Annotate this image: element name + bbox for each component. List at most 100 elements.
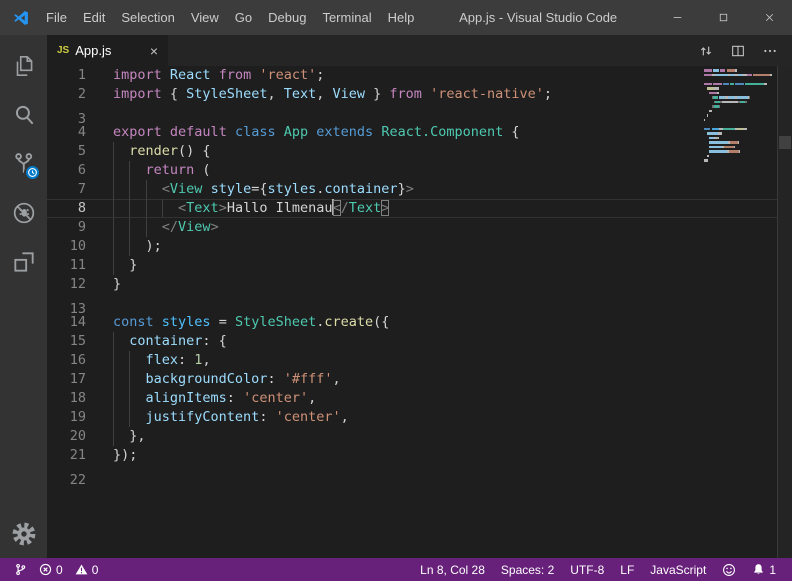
code-line-1[interactable]: 1import React from 'react'; [47,66,777,85]
menu-help[interactable]: Help [380,0,423,35]
token [113,181,162,197]
line-number[interactable]: 21 [47,446,86,465]
minimap-token [709,141,728,144]
status-problems-errors[interactable]: 0 [33,558,69,581]
menu-view[interactable]: View [183,0,227,35]
status-cursor-position[interactable]: Ln 8, Col 28 [412,558,493,581]
code-line-7[interactable]: 7 <View style={styles.container}> [47,180,777,199]
status-language-mode[interactable]: JavaScript [642,558,714,581]
status-notifications[interactable]: 1 [744,558,784,581]
split-editor-button[interactable] [730,43,746,59]
open-changes-button[interactable] [698,43,714,59]
status-feedback[interactable] [714,558,744,581]
token: container [324,181,397,197]
code-line-19[interactable]: 19 justifyContent: 'center', [47,408,777,427]
status-eol-sequence[interactable]: LF [612,558,642,581]
minimap-token [718,137,719,140]
token [162,124,170,140]
line-number[interactable]: 11 [47,256,86,275]
token: import [113,86,162,102]
code-line-10[interactable]: 10 ); [47,237,777,256]
status-encoding[interactable]: UTF-8 [562,558,612,581]
token: 'react' [259,67,316,83]
code-editor[interactable]: 1import React from 'react';2import { Sty… [47,66,792,558]
close-tab-icon[interactable]: × [150,43,158,59]
indent-guide [113,332,114,351]
menu-selection[interactable]: Selection [113,0,182,35]
open-changes-icon [698,43,714,59]
token: container [129,333,202,349]
code-content: container: { [113,332,227,351]
code-line-6[interactable]: 6 return ( [47,161,777,180]
line-number[interactable]: 12 [47,275,86,294]
menu-file[interactable]: File [38,0,75,35]
line-number[interactable]: 17 [47,370,86,389]
code-line-4[interactable]: 4 export default class App extends React.… [47,123,777,142]
code-line-5[interactable]: 5 render() { [47,142,777,161]
sidebar-search[interactable] [0,90,47,139]
minimap[interactable] [700,66,777,558]
line-number[interactable]: 7 [47,180,86,199]
code-line-18[interactable]: 18 alignItems: 'center', [47,389,777,408]
code-line-8[interactable]: 8 <Text>Hallo Ilmenau</Text> [47,199,777,218]
code-line-11[interactable]: 11 } [47,256,777,275]
code-line-3[interactable]: 3 [47,104,777,123]
line-number[interactable]: 8 [47,199,86,218]
sidebar-extensions[interactable] [0,237,47,286]
menu-terminal[interactable]: Terminal [314,0,379,35]
sidebar-explorer[interactable] [0,41,47,90]
line-number[interactable]: 9 [47,218,86,237]
minimap-token [704,101,714,104]
code-line-16[interactable]: 16 flex: 1, [47,351,777,370]
matched-bracket: > [381,200,389,216]
code-content: export default class App extends React.C… [113,123,520,142]
line-number[interactable]: 19 [47,408,86,427]
menu-debug[interactable]: Debug [260,0,314,35]
more-actions-button[interactable] [762,43,778,59]
close-button[interactable] [746,0,792,35]
scrollbar[interactable] [777,66,792,558]
minimize-button[interactable] [654,0,700,35]
code-line-17[interactable]: 17 backgroundColor: '#fff', [47,370,777,389]
code-line-22[interactable]: 22 [47,465,777,484]
line-number[interactable]: 18 [47,389,86,408]
token: > [406,181,414,197]
token: { [503,124,519,140]
line-number[interactable]: 20 [47,427,86,446]
code-line-2[interactable]: 2import { StyleSheet, Text, View } from … [47,85,777,104]
code-line-20[interactable]: 20 }, [47,427,777,446]
token [113,143,129,159]
indent-guide [146,218,147,237]
status-problems-warnings[interactable]: 0 [69,558,105,581]
line-number[interactable]: 14 [47,313,86,332]
code-line-21[interactable]: 21}); [47,446,777,465]
status-git-branch[interactable] [8,558,33,581]
sidebar-source-control[interactable] [0,139,47,188]
tab-appjs[interactable]: JS App.js × [47,35,168,66]
sidebar-debug[interactable] [0,188,47,237]
code-line-9[interactable]: 9 </View> [47,218,777,237]
line-number[interactable]: 5 [47,142,86,161]
code-content: }); [113,446,137,465]
status-indentation[interactable]: Spaces: 2 [493,558,562,581]
code-line-15[interactable]: 15 container: { [47,332,777,351]
code-line-14[interactable]: 14const styles = StyleSheet.create({ [47,313,777,332]
token: < [162,181,170,197]
line-number[interactable]: 15 [47,332,86,351]
line-number[interactable]: 22 [47,471,86,490]
token: '#fff' [284,371,333,387]
line-number[interactable]: 4 [47,123,86,142]
line-number[interactable]: 16 [47,351,86,370]
code-line-13[interactable]: 13 [47,294,777,313]
token [211,67,219,83]
line-number[interactable]: 2 [47,85,86,104]
menu-edit[interactable]: Edit [75,0,113,35]
maximize-button[interactable] [700,0,746,35]
menu-go[interactable]: Go [227,0,260,35]
code-line-12[interactable]: 12} [47,275,777,294]
line-number[interactable]: 6 [47,161,86,180]
line-number[interactable]: 1 [47,66,86,85]
manage-settings[interactable] [0,509,47,558]
minimap-token [715,74,728,77]
line-number[interactable]: 10 [47,237,86,256]
